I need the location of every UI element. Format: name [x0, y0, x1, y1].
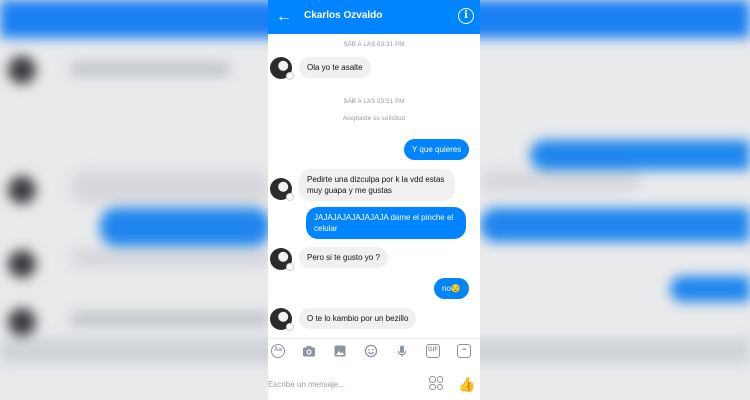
- message-bubble-incoming[interactable]: O te lo kambio por un bezillo: [299, 308, 417, 329]
- messenger-badge-icon: [286, 323, 294, 331]
- camera-icon[interactable]: [302, 344, 316, 358]
- bg-shape: [670, 276, 750, 302]
- emoji-icon[interactable]: [364, 344, 378, 358]
- message-input[interactable]: [268, 374, 418, 394]
- message-composer: 👍: [268, 368, 480, 400]
- avatar[interactable]: [270, 57, 294, 80]
- gif-icon[interactable]: GIF: [426, 344, 440, 358]
- contact-name[interactable]: Ckarlos Ozvaldo: [304, 10, 382, 21]
- message-bubble-outgoing[interactable]: no😒: [434, 278, 469, 299]
- bg-shape: [480, 208, 750, 242]
- message-bubble-incoming[interactable]: Ola yo te asalte: [299, 57, 371, 78]
- timestamp: SÁB A LAS 03:31 PM: [343, 42, 405, 48]
- microphone-icon[interactable]: [395, 344, 409, 358]
- message-bubble-incoming[interactable]: Pedirte una dizculpa por k la vdd estas …: [299, 169, 455, 201]
- gallery-icon[interactable]: [333, 344, 347, 358]
- bg-avatar: [8, 176, 36, 204]
- bg-shape: [70, 312, 270, 326]
- avatar[interactable]: [270, 178, 294, 201]
- back-arrow-icon[interactable]: ←: [274, 7, 294, 27]
- stickers-icon-dot: [436, 383, 443, 390]
- request-accepted-notice: Aceptaste su solicitud: [342, 116, 406, 122]
- bg-shape: [100, 208, 270, 246]
- message-bubble-incoming[interactable]: Pero si te gusto yo ?: [299, 247, 388, 268]
- info-icon[interactable]: i: [458, 8, 474, 24]
- messenger-badge-icon: [286, 263, 294, 271]
- bg-shape: [480, 170, 640, 192]
- bg-shape: [70, 62, 230, 76]
- message-bubble-outgoing[interactable]: Y que quieres: [404, 139, 470, 160]
- messenger-screen: ← Ckarlos Ozvaldo i SÁB A LAS 03:31 PM O…: [268, 0, 480, 400]
- more-icon[interactable]: •••: [457, 344, 471, 358]
- stickers-icon[interactable]: [429, 376, 443, 390]
- bg-shape: [70, 248, 270, 268]
- message-bubble-outgoing[interactable]: JAJAJAJAJAJAJAJA dame el pinche el celul…: [306, 207, 466, 239]
- bg-shape: [70, 170, 270, 204]
- stickers-icon-dot: [429, 383, 436, 390]
- timestamp: SÁB A LAS 03:51 PM: [343, 99, 405, 105]
- text-style-icon[interactable]: Aa: [271, 344, 285, 358]
- app-header: ← Ckarlos Ozvaldo i: [268, 0, 480, 34]
- bg-avatar: [8, 56, 36, 84]
- composer-toolbar: Aa GIF •••: [268, 338, 480, 362]
- bg-avatar: [8, 250, 36, 278]
- bg-avatar: [8, 308, 36, 336]
- avatar[interactable]: [270, 308, 294, 331]
- messenger-badge-icon: [286, 193, 294, 201]
- like-icon[interactable]: 👍: [458, 376, 475, 392]
- avatar[interactable]: [270, 248, 294, 271]
- stickers-icon-dot: [429, 376, 436, 383]
- stickers-icon-dot: [436, 376, 443, 383]
- messenger-badge-icon: [286, 72, 294, 80]
- bg-shape: [530, 140, 750, 170]
